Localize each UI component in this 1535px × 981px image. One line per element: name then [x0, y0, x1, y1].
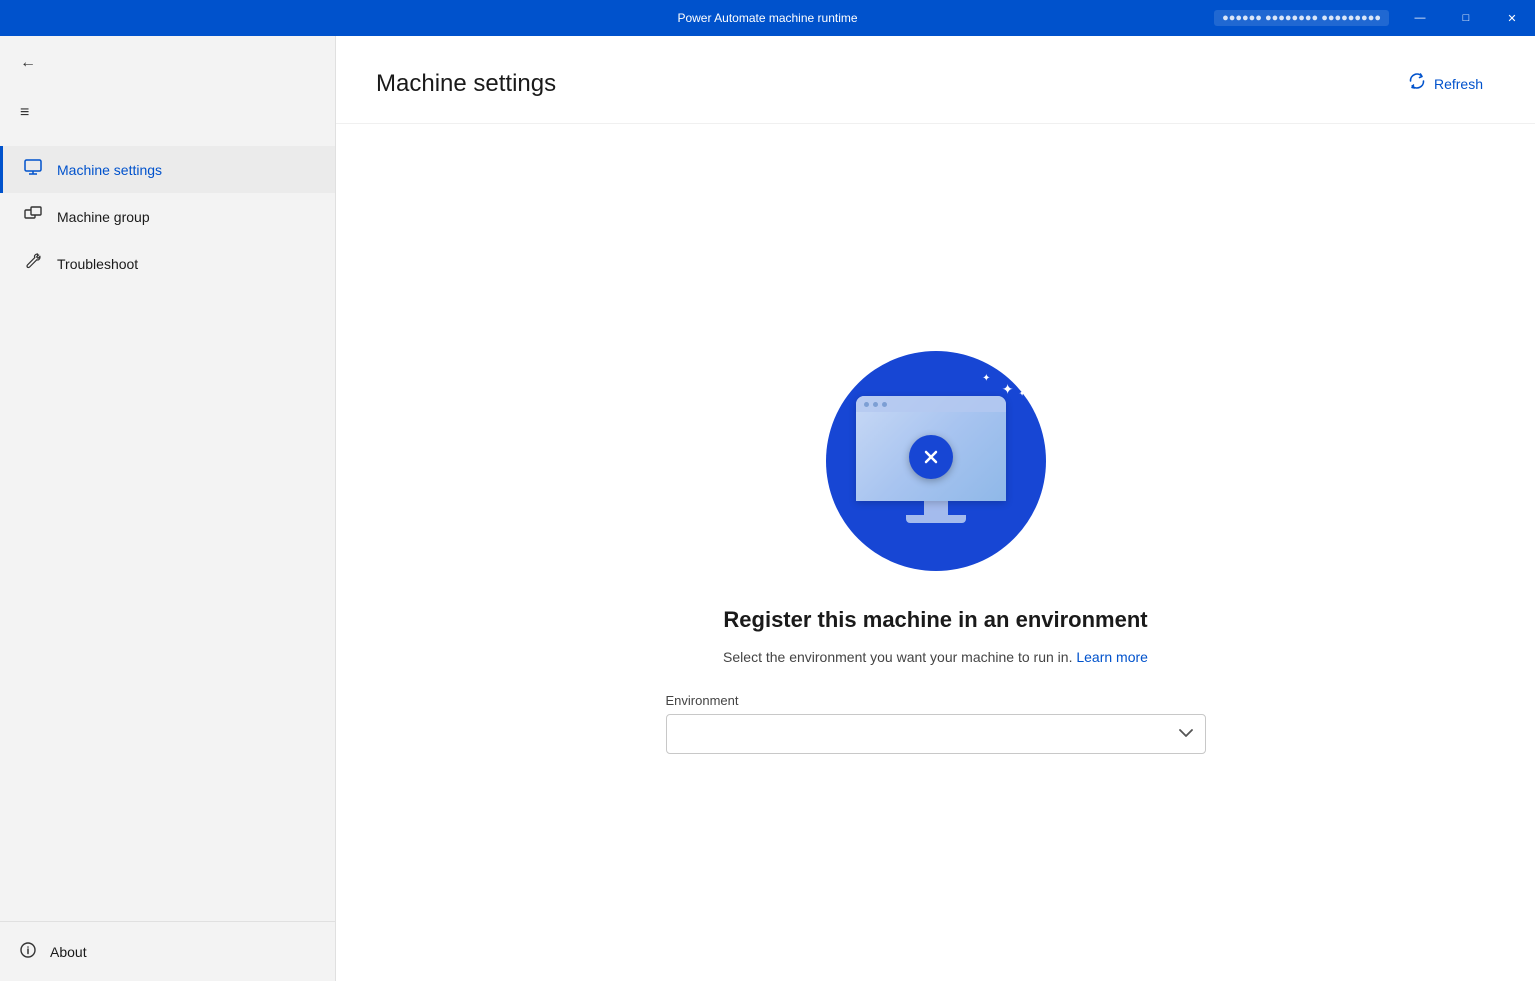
content-header: Machine settings Refresh	[336, 36, 1535, 124]
sidebar: ← ≡ Machine settings	[0, 36, 336, 981]
about-label: About	[50, 944, 87, 960]
main-content: Machine settings Refresh ✦ ✦	[336, 36, 1535, 981]
sidebar-top: ←	[0, 36, 335, 84]
register-desc-text: Select the environment you want your mac…	[723, 649, 1072, 665]
refresh-icon	[1408, 72, 1426, 95]
sparkle-icon-3: ✦	[1019, 389, 1026, 398]
content-body: ✦ ✦ ✦	[336, 124, 1535, 981]
monitor-illustration	[856, 396, 1016, 526]
refresh-label: Refresh	[1434, 76, 1483, 92]
user-info: ●●●●●● ●●●●●●●● ●●●●●●●●●	[1214, 10, 1389, 26]
back-icon: ←	[20, 54, 36, 72]
machine-group-label: Machine group	[57, 209, 150, 225]
learn-more-link[interactable]: Learn more	[1076, 649, 1148, 665]
sidebar-navigation: Machine settings Machine group	[0, 138, 335, 921]
troubleshoot-label: Troubleshoot	[57, 256, 138, 272]
info-icon	[20, 942, 36, 961]
title-bar: Power Automate machine runtime ●●●●●● ●●…	[0, 0, 1535, 36]
wrench-icon	[23, 253, 43, 274]
topbar-dot-1	[864, 402, 869, 407]
chevron-down-icon	[1179, 727, 1193, 741]
machine-settings-label: Machine settings	[57, 162, 162, 178]
illustration-container: ✦ ✦ ✦	[826, 351, 1046, 571]
page-title: Machine settings	[376, 70, 556, 98]
environment-dropdown[interactable]	[666, 714, 1206, 754]
environment-section: Environment	[666, 693, 1206, 754]
app-title: Power Automate machine runtime	[677, 11, 857, 25]
refresh-button[interactable]: Refresh	[1396, 64, 1495, 103]
sidebar-item-machine-settings[interactable]: Machine settings	[0, 146, 335, 193]
monitor-stand	[924, 501, 948, 515]
monitor-icon	[23, 159, 43, 180]
sidebar-item-about[interactable]: About	[20, 936, 315, 967]
monitor-content	[856, 412, 1006, 501]
sparkle-icon-2: ✦	[982, 373, 990, 384]
sidebar-item-troubleshoot[interactable]: Troubleshoot	[0, 240, 335, 287]
sidebar-bottom: About	[0, 921, 335, 981]
hamburger-icon: ≡	[20, 104, 29, 122]
maximize-button[interactable]: □	[1443, 0, 1489, 36]
monitor-base	[906, 515, 966, 523]
machine-group-icon	[23, 206, 43, 227]
register-description: Select the environment you want your mac…	[723, 649, 1148, 665]
environment-label: Environment	[666, 693, 1206, 708]
window-controls: — □ ✕	[1397, 0, 1535, 36]
topbar-dot-2	[873, 402, 878, 407]
hamburger-button[interactable]: ≡	[16, 100, 33, 126]
close-button[interactable]: ✕	[1489, 0, 1535, 36]
minimize-button[interactable]: —	[1397, 0, 1443, 36]
sidebar-item-machine-group[interactable]: Machine group	[0, 193, 335, 240]
register-title: Register this machine in an environment	[723, 607, 1147, 633]
monitor-topbar	[856, 396, 1006, 412]
topbar-dot-3	[882, 402, 887, 407]
app-body: ← ≡ Machine settings	[0, 36, 1535, 981]
monitor-screen	[856, 396, 1006, 501]
back-button[interactable]: ←	[16, 50, 40, 76]
error-circle-icon	[909, 435, 953, 479]
